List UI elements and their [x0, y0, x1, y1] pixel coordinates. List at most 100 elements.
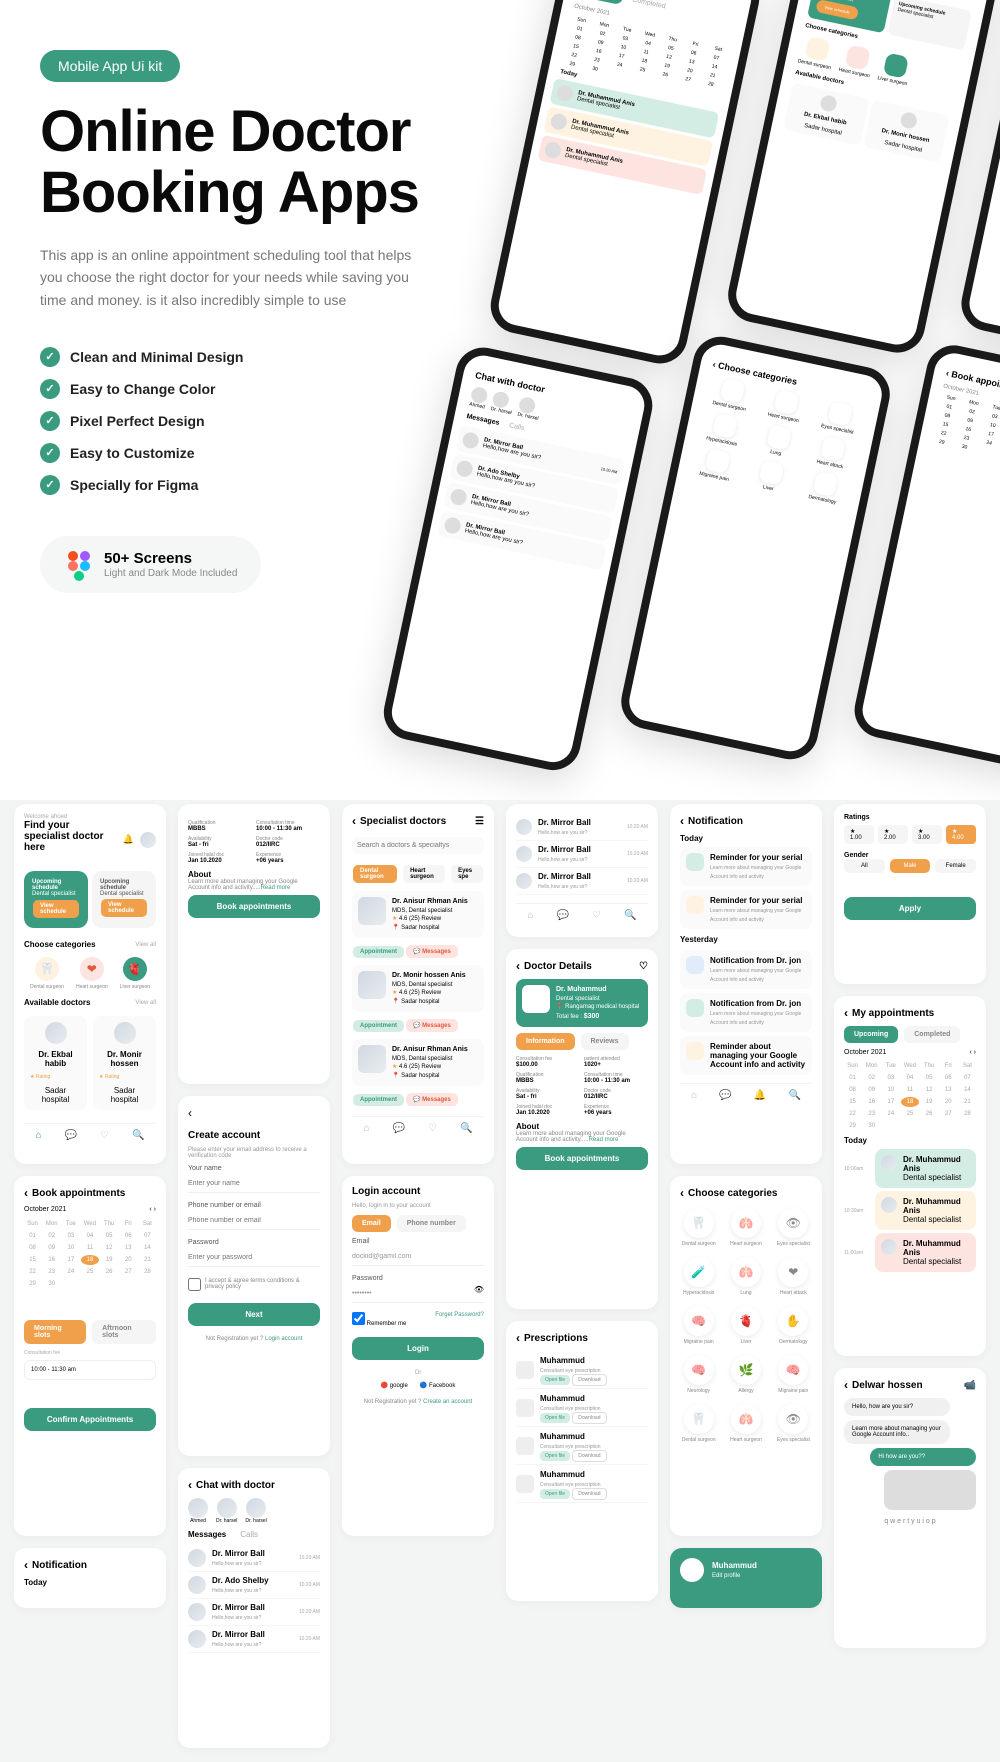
rating-3[interactable]: ★ 3.00: [912, 825, 942, 844]
chip-eyes[interactable]: Eyes spe: [451, 865, 483, 883]
info-tab[interactable]: Information: [516, 1033, 575, 1050]
cat-neuro[interactable]: 🧠Neurology: [680, 1355, 717, 1394]
rating-1[interactable]: ★ 1.00: [844, 825, 874, 844]
back-icon[interactable]: ‹: [680, 814, 684, 828]
email-tab[interactable]: Email: [352, 1215, 391, 1232]
back-icon[interactable]: ‹: [24, 1558, 28, 1572]
nav-search-icon[interactable]: 🔍: [460, 1123, 472, 1134]
cat-migraine[interactable]: 🧠Migraine pain: [680, 1306, 717, 1345]
gender-all[interactable]: All: [844, 859, 885, 873]
cat-dental2[interactable]: 🦷Dental surgeon: [680, 1404, 717, 1443]
appt-slot[interactable]: Dr. Muhammud AnisDental specialist: [875, 1191, 976, 1230]
login-link[interactable]: Login account: [265, 1336, 302, 1342]
category-liver[interactable]: 🫀Liver surgeon: [120, 957, 150, 990]
notification-item[interactable]: Notification from Dr. jonLearn more abou…: [680, 950, 812, 989]
time-slot[interactable]: 10:00 - 11:30 am: [24, 1360, 156, 1380]
keyboard[interactable]: q w e r t y u i o p: [844, 1514, 976, 1529]
edit-profile-link[interactable]: Edit profile: [712, 1573, 740, 1579]
nav-heart-icon[interactable]: ♡: [592, 910, 601, 921]
rating-4[interactable]: ★ 4.00: [946, 825, 976, 844]
notification-item[interactable]: Reminder for your serialLearn more about…: [680, 890, 812, 929]
user-avatar[interactable]: [140, 832, 156, 848]
bell-icon[interactable]: 🔔: [123, 834, 134, 845]
login-button[interactable]: Login: [352, 1337, 484, 1360]
appt-slot[interactable]: Dr. Muhammud AnisDental specialist: [875, 1149, 976, 1188]
calls-tab[interactable]: Calls: [240, 1530, 258, 1539]
nav-bell-icon[interactable]: 🔔: [754, 1090, 766, 1101]
facebook-button[interactable]: 🔵 Facebook: [420, 1382, 456, 1389]
back-icon[interactable]: ‹: [844, 1006, 848, 1020]
search-input[interactable]: [352, 837, 484, 854]
doctor-card[interactable]: Dr. Monir hossen ★ Rating Sadar hospital: [93, 1016, 156, 1110]
category-heart[interactable]: ❤Heart surgeon: [76, 957, 108, 990]
gender-male[interactable]: Male: [890, 859, 931, 873]
book-button[interactable]: Book appointments: [516, 1147, 648, 1170]
nav-chat-icon[interactable]: 💬: [393, 1123, 405, 1134]
cat-heartattack[interactable]: ❤Heart attack: [775, 1257, 812, 1296]
back-icon[interactable]: ‹: [188, 1106, 192, 1120]
nav-home-icon[interactable]: ⌂: [691, 1090, 697, 1101]
calendar-nav[interactable]: ‹ ›: [149, 1206, 156, 1213]
back-icon[interactable]: ‹: [188, 1478, 192, 1492]
upcoming-card-alt[interactable]: Upcoming schedule Dental specialist View…: [92, 871, 156, 928]
read-more-link[interactable]: Read more: [261, 885, 291, 891]
reviews-tab[interactable]: Reviews: [581, 1033, 629, 1050]
doctor-card[interactable]: Dr. Ekbal habib ★ Rating Sadar hospital: [24, 1016, 87, 1110]
messages-tab[interactable]: Messages: [188, 1530, 226, 1539]
prescription-item[interactable]: MuhammudConsultant eye prescriptionOpen …: [516, 1465, 648, 1503]
nav-heart-icon[interactable]: ♡: [100, 1130, 109, 1141]
cat-dental[interactable]: 🦷Dental surgeon: [680, 1208, 717, 1247]
doctor-list-item[interactable]: Dr. Anisur Rhman AnisMDS, Dental special…: [352, 1039, 484, 1086]
doctor-list-item[interactable]: Dr. Anisur Rhman AnisMDS, Dental special…: [352, 891, 484, 938]
password-input[interactable]: [352, 1285, 484, 1303]
completed-tab[interactable]: Completed: [904, 1026, 960, 1043]
appointment-chip[interactable]: Appointment: [353, 946, 404, 958]
phone-input[interactable]: [188, 1212, 320, 1230]
afternoon-tab[interactable]: Aftrnoon slots: [92, 1320, 156, 1344]
doctor-list-item[interactable]: Dr. Monir hossen AnisMDS, Dental special…: [352, 965, 484, 1012]
nav-chat-icon[interactable]: 💬: [557, 910, 569, 921]
create-account-link[interactable]: Create an account: [423, 1399, 472, 1405]
messages-chip[interactable]: 💬 Messages: [406, 945, 458, 958]
message-item[interactable]: Dr. Mirror BallHello,how are you sir?10.…: [188, 1626, 320, 1653]
book-button[interactable]: Book appointments: [188, 895, 320, 918]
apply-button[interactable]: Apply: [844, 897, 976, 920]
cat-eyes2[interactable]: 👁Eyes specialist: [775, 1404, 812, 1443]
cat-lung[interactable]: 🫁Lung: [727, 1257, 764, 1296]
prescription-item[interactable]: MuhammudConsultant eye prescriptionOpen …: [516, 1427, 648, 1465]
notification-item[interactable]: Notification from Dr. jonLearn more abou…: [680, 993, 812, 1032]
rating-2[interactable]: ★ 2.00: [878, 825, 908, 844]
cat-eyes[interactable]: 👁Eyes specialist: [775, 1208, 812, 1247]
terms-checkbox[interactable]: [188, 1278, 201, 1291]
nav-search-icon[interactable]: 🔍: [788, 1090, 800, 1101]
heart-icon[interactable]: ♡: [639, 961, 648, 972]
next-button[interactable]: Next: [188, 1303, 320, 1326]
message-item[interactable]: Dr. Mirror BallHello,how are you sir?10.…: [188, 1599, 320, 1626]
nav-search-icon[interactable]: 🔍: [624, 910, 636, 921]
name-input[interactable]: [188, 1175, 320, 1193]
cat-hyper[interactable]: 🧪Hyperacidosis: [680, 1257, 717, 1296]
chip-dental[interactable]: Dental surgeon: [353, 865, 397, 883]
back-icon[interactable]: ‹: [844, 1378, 848, 1392]
nav-heart-icon[interactable]: ♡: [428, 1123, 437, 1134]
nav-home-icon[interactable]: ⌂: [528, 910, 534, 921]
message-item[interactable]: Dr. Ado ShelbyHello,how are you sir?10.2…: [188, 1572, 320, 1599]
prescription-item[interactable]: MuhammudConsultant eye prescriptionOpen …: [516, 1351, 648, 1389]
confirm-button[interactable]: Confirm Appointments: [24, 1408, 156, 1431]
message-item[interactable]: Dr. Mirror BallHello,how are you sir?10.…: [188, 1545, 320, 1572]
open-file-button[interactable]: Open file: [540, 1375, 570, 1385]
calendar[interactable]: SunMonTueWedThuFriSat 01020304050607 080…: [844, 1061, 976, 1131]
google-button[interactable]: 🔴 google: [381, 1382, 408, 1389]
contact-item[interactable]: Ahmed: [188, 1498, 208, 1524]
contact-item[interactable]: Dr. harsel: [216, 1498, 237, 1524]
forgot-link[interactable]: Forget Password?: [435, 1312, 484, 1327]
view-schedule-button[interactable]: View schedule: [33, 900, 79, 918]
notification-item[interactable]: Reminder for your serialLearn more about…: [680, 847, 812, 886]
phone-tab[interactable]: Phone number: [397, 1215, 466, 1232]
calendar-nav[interactable]: ‹ ›: [969, 1049, 976, 1056]
calendar[interactable]: SunMonTueWedThuFriSat 01020304050607 080…: [24, 1219, 156, 1289]
remember-checkbox[interactable]: [352, 1312, 365, 1325]
password-input[interactable]: [188, 1249, 320, 1267]
view-all-link[interactable]: View all: [135, 942, 156, 948]
cat-derma[interactable]: ✋Dermatology: [775, 1306, 812, 1345]
